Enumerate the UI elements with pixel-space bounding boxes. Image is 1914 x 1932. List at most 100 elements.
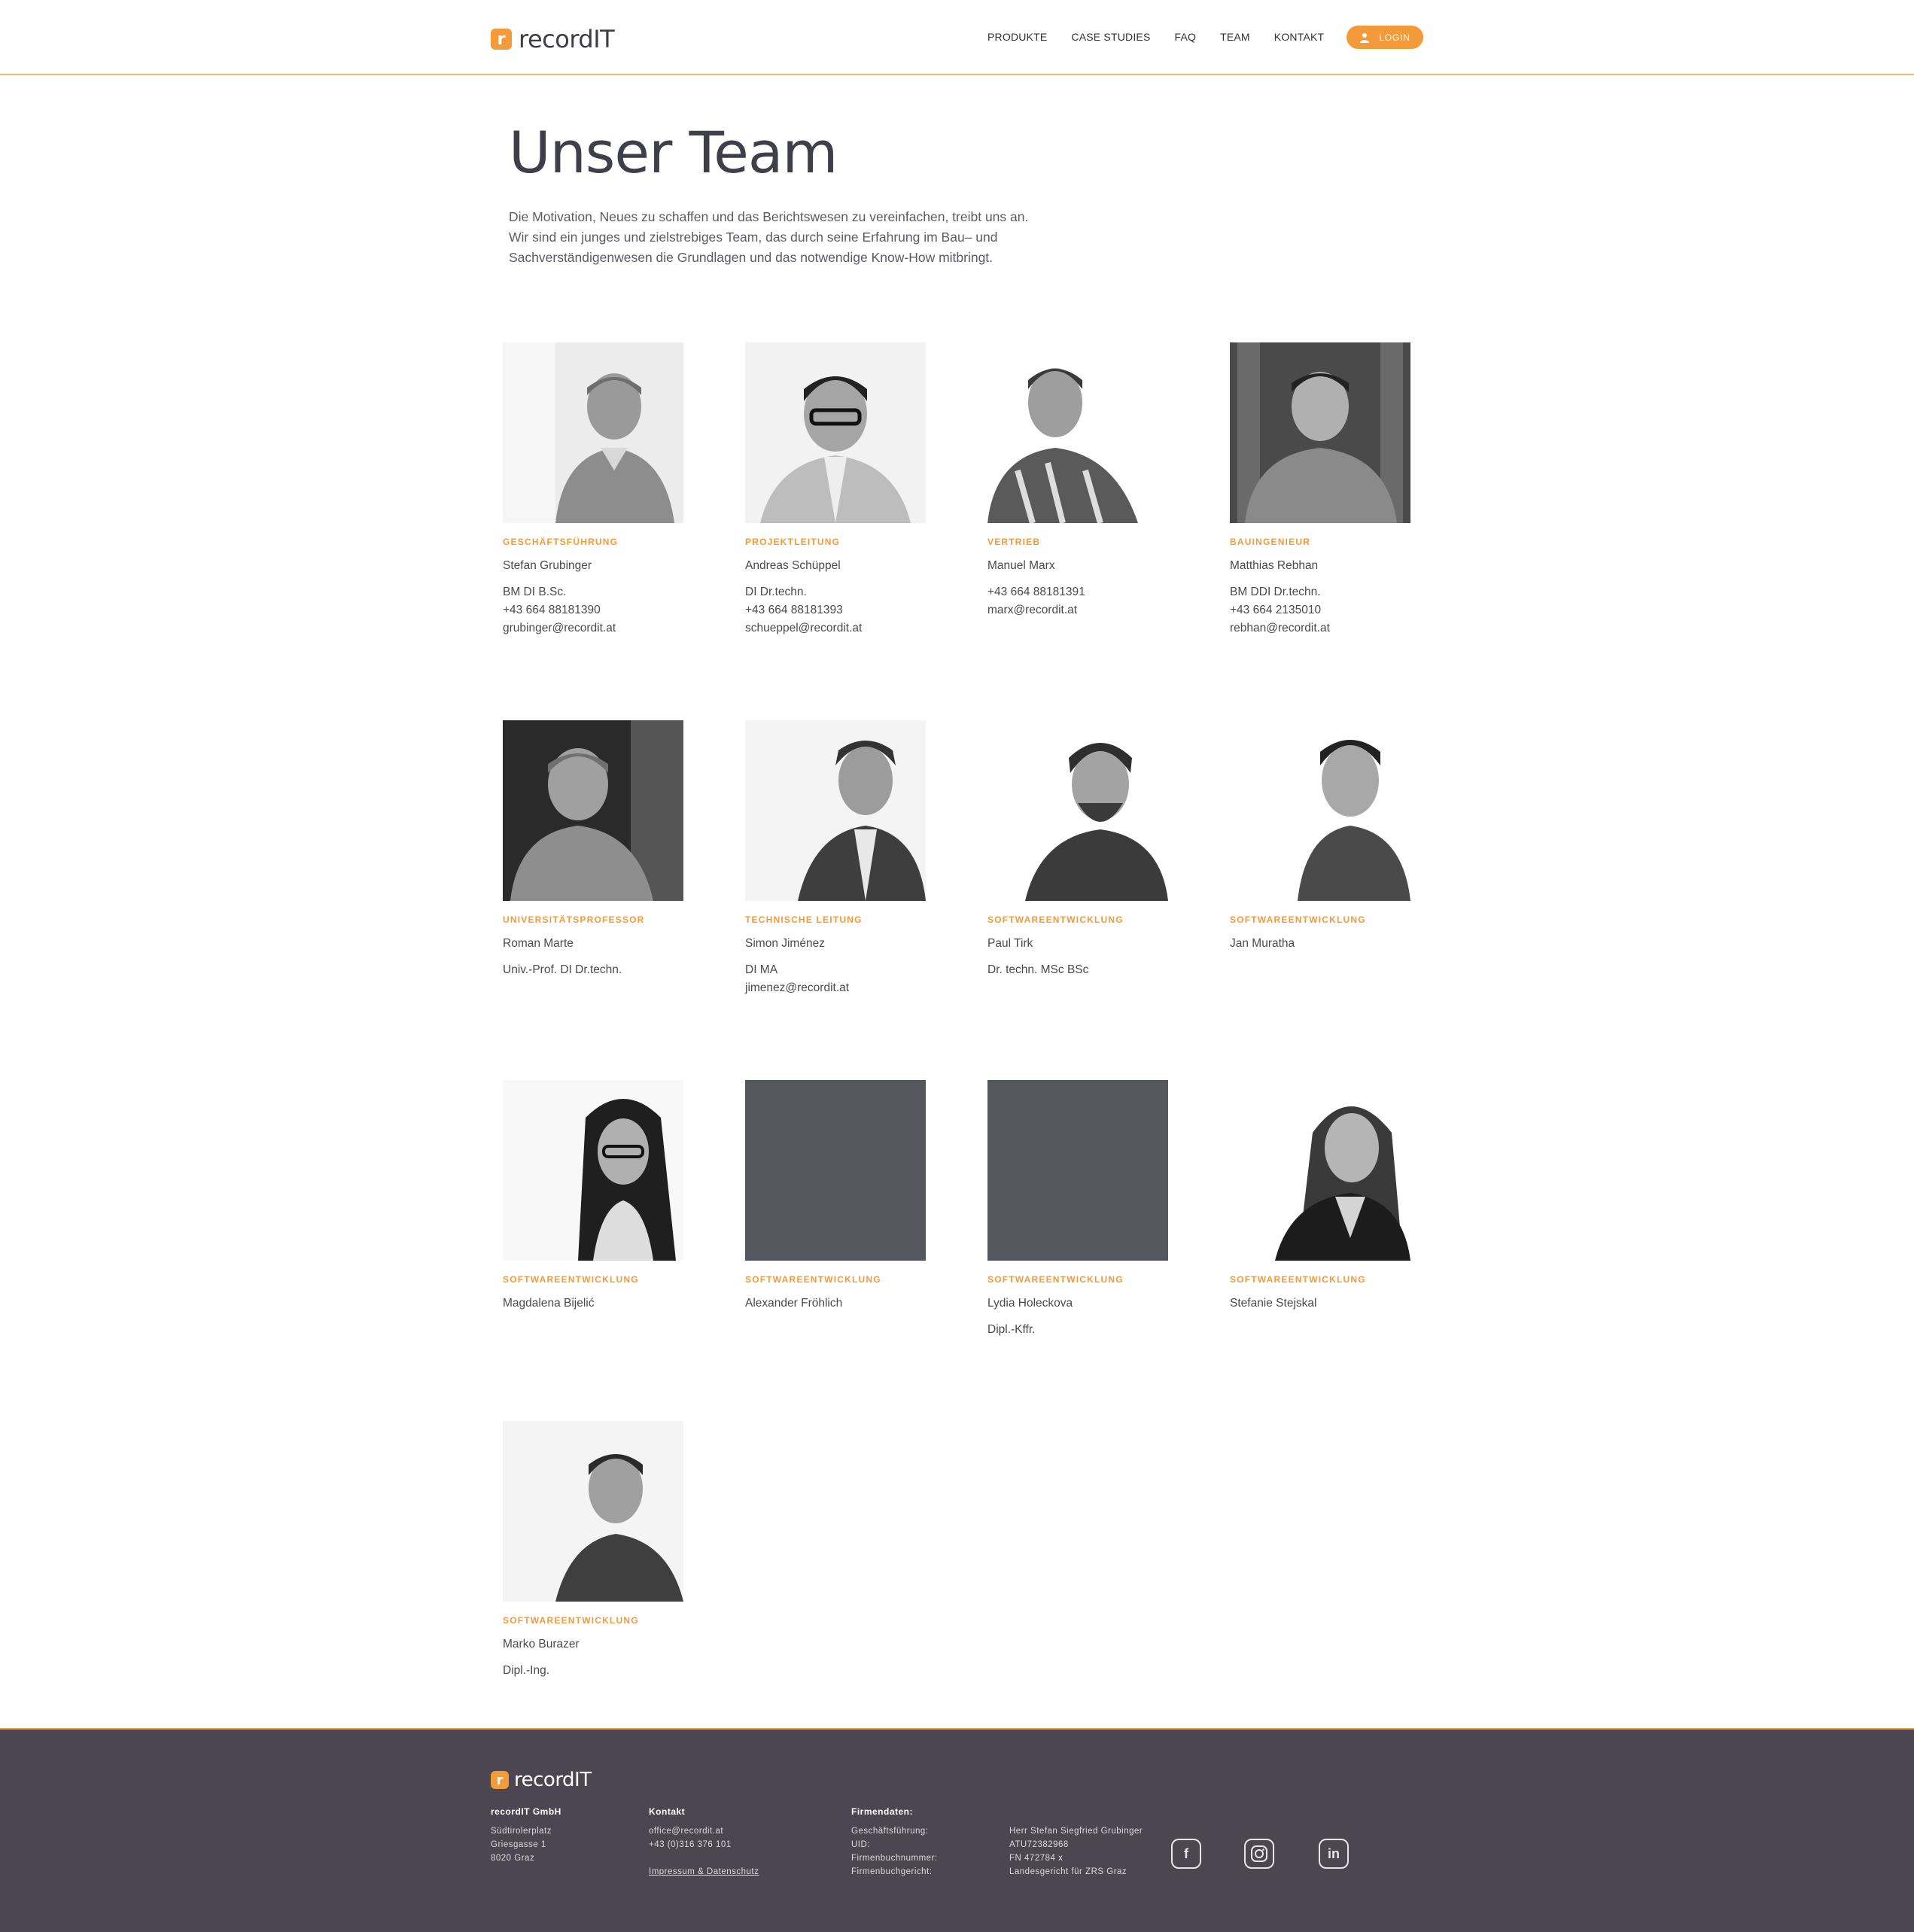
linkedin-icon[interactable]: in — [1319, 1839, 1349, 1869]
team-member: SOFTWAREENTWICKLUNG Jan Muratha — [1230, 720, 1426, 951]
member-role: SOFTWAREENTWICKLUNG — [1230, 1274, 1366, 1285]
member-email[interactable]: rebhan@recordit.at — [1230, 619, 1426, 637]
member-role: SOFTWAREENTWICKLUNG — [503, 1615, 639, 1626]
nav-item-produkte[interactable]: PRODUKTE — [987, 31, 1047, 43]
nav-item-kontakt[interactable]: KONTAKT — [1274, 31, 1324, 43]
member-role: GESCHÄFTSFÜHRUNG — [503, 537, 619, 547]
member-title: DI Dr.techn. — [745, 586, 807, 598]
firm-value: Landesgericht für ZRS Graz — [1009, 1867, 1127, 1876]
footer-company: recordIT GmbH Südtirolerplatz Griesgasse… — [491, 1805, 561, 1865]
site-footer: r recordIT recordIT GmbH Südtirolerplatz… — [0, 1728, 1914, 1932]
firm-label: Firmenbuchgericht: — [851, 1867, 933, 1876]
firm-value: ATU72382968 — [1009, 1840, 1069, 1849]
member-role: SOFTWAREENTWICKLUNG — [987, 1274, 1124, 1285]
member-role: BAUINGENIEUR — [1230, 537, 1311, 547]
member-phone[interactable]: +43 664 88181390 — [503, 601, 698, 619]
member-photo — [1230, 342, 1410, 523]
member-role: SOFTWAREENTWICKLUNG — [1230, 914, 1366, 925]
member-name: Paul Tirk — [987, 937, 1033, 950]
member-name: Stefan Grubinger — [503, 559, 592, 572]
team-member: BAUINGENIEUR Matthias Rebhan BM DDI Dr.t… — [1230, 342, 1426, 637]
logo-badge: r — [491, 29, 512, 50]
member-phone[interactable]: +43 664 88181391 — [987, 583, 1183, 601]
address-line: Südtirolerplatz — [491, 1827, 552, 1836]
nav-item-team[interactable]: TEAM — [1220, 31, 1250, 43]
member-photo — [987, 342, 1168, 523]
footer-logo[interactable]: r recordIT — [491, 1769, 592, 1791]
member-email[interactable]: marx@recordit.at — [987, 601, 1183, 619]
facebook-icon[interactable]: f — [1171, 1839, 1201, 1869]
user-icon — [1360, 32, 1370, 43]
member-role: UNIVERSITÄTSPROFESSOR — [503, 914, 645, 925]
team-member: SOFTWAREENTWICKLUNG Alexander Fröhlich — [745, 1080, 941, 1310]
intro-text: Die Motivation, Neues zu schaffen und da… — [509, 209, 1029, 265]
team-member: TECHNISCHE LEITUNG Simon Jiménez DI MA j… — [745, 720, 941, 997]
page-title: Unser Team — [509, 119, 838, 186]
firm-heading: Firmendaten: — [851, 1806, 914, 1817]
member-photo — [745, 720, 926, 901]
member-role: SOFTWAREENTWICKLUNG — [987, 914, 1124, 925]
member-name: Manuel Marx — [987, 559, 1055, 572]
team-member: SOFTWAREENTWICKLUNG Stefanie Stejskal — [1230, 1080, 1426, 1310]
member-name: Simon Jiménez — [745, 937, 825, 950]
member-phone[interactable]: +43 664 2135010 — [1230, 601, 1426, 619]
nav-item-case-studies[interactable]: CASE STUDIES — [1071, 31, 1150, 43]
site-header: r recordIT PRODUKTE CASE STUDIES FAQ TEA… — [0, 0, 1914, 75]
team-member: VERTRIEB Manuel Marx +43 664 88181391 ma… — [987, 342, 1183, 619]
member-name: Stefanie Stejskal — [1230, 1297, 1317, 1310]
member-phone[interactable]: +43 664 88181393 — [745, 601, 941, 619]
member-role: TECHNISCHE LEITUNG — [745, 914, 863, 925]
footer-logo-text: recordIT — [514, 1769, 592, 1791]
member-title: DI MA — [745, 963, 778, 976]
team-member: UNIVERSITÄTSPROFESSOR Roman Marte Univ.-… — [503, 720, 698, 979]
main-nav: PRODUKTE CASE STUDIES FAQ TEAM KONTAKT — [987, 31, 1348, 43]
member-photo — [745, 342, 926, 523]
member-role: SOFTWAREENTWICKLUNG — [503, 1274, 639, 1285]
firm-label: UID: — [851, 1840, 870, 1849]
member-name: Magdalena Bijelić — [503, 1297, 595, 1310]
firm-label: Firmenbuchnummer: — [851, 1854, 938, 1863]
member-email[interactable]: grubinger@recordit.at — [503, 619, 698, 637]
member-email[interactable]: jimenez@recordit.at — [745, 979, 941, 997]
footer-firm-labels: Firmendaten: Geschäftsführung: UID: Firm… — [851, 1805, 938, 1879]
member-photo — [503, 342, 683, 523]
footer-firm-values: Herr Stefan Siegfried Grubinger ATU72382… — [1009, 1824, 1143, 1879]
member-name: Alexander Fröhlich — [745, 1297, 843, 1310]
nav-item-faq[interactable]: FAQ — [1174, 31, 1196, 43]
member-email[interactable]: schueppel@recordit.at — [745, 619, 941, 637]
team-member: SOFTWAREENTWICKLUNG Marko Burazer Dipl.-… — [503, 1421, 698, 1680]
member-title: Dr. techn. MSc BSc — [987, 963, 1089, 976]
contact-email[interactable]: office@recordit.at — [649, 1824, 759, 1838]
company-name: recordIT GmbH — [491, 1806, 561, 1817]
contact-phone[interactable]: +43 (0)316 376 101 — [649, 1838, 759, 1851]
member-title: BM DI B.Sc. — [503, 586, 567, 598]
team-member: SOFTWAREENTWICKLUNG Paul Tirk Dr. techn.… — [987, 720, 1183, 979]
member-photo-placeholder — [987, 1080, 1168, 1261]
member-title: Dipl.-Kffr. — [987, 1323, 1036, 1336]
footer-contact: Kontakt office@recordit.at +43 (0)316 37… — [649, 1805, 759, 1879]
team-member: SOFTWAREENTWICKLUNG Lydia Holeckova Dipl… — [987, 1080, 1183, 1339]
instagram-icon[interactable] — [1244, 1839, 1274, 1869]
contact-heading: Kontakt — [649, 1806, 686, 1817]
member-name: Matthias Rebhan — [1230, 559, 1319, 572]
logo[interactable]: r recordIT — [491, 25, 615, 53]
team-member: PROJEKTLEITUNG Andreas Schüppel DI Dr.te… — [745, 342, 941, 637]
address-line: 8020 Graz — [491, 1854, 535, 1863]
member-title: Univ.-Prof. DI Dr.techn. — [503, 963, 622, 976]
firm-value: Herr Stefan Siegfried Grubinger — [1009, 1827, 1143, 1836]
member-photo — [987, 720, 1168, 901]
address-line: Griesgasse 1 — [491, 1840, 546, 1849]
login-button[interactable]: LOGIN — [1346, 26, 1423, 49]
legal-link[interactable]: Impressum & Datenschutz — [649, 1867, 759, 1876]
team-member: SOFTWAREENTWICKLUNG Magdalena Bijelić — [503, 1080, 698, 1310]
firm-value: FN 472784 x — [1009, 1854, 1064, 1863]
team-member: GESCHÄFTSFÜHRUNG Stefan Grubinger BM DI … — [503, 342, 698, 637]
member-photo — [1230, 1080, 1410, 1261]
logo-badge: r — [491, 1771, 509, 1789]
member-name: Marko Burazer — [503, 1638, 580, 1651]
member-name: Andreas Schüppel — [745, 559, 841, 572]
member-name: Lydia Holeckova — [987, 1297, 1073, 1310]
member-photo-placeholder — [745, 1080, 926, 1261]
member-title: Dipl.-Ing. — [503, 1664, 550, 1677]
member-photo — [1230, 720, 1410, 901]
